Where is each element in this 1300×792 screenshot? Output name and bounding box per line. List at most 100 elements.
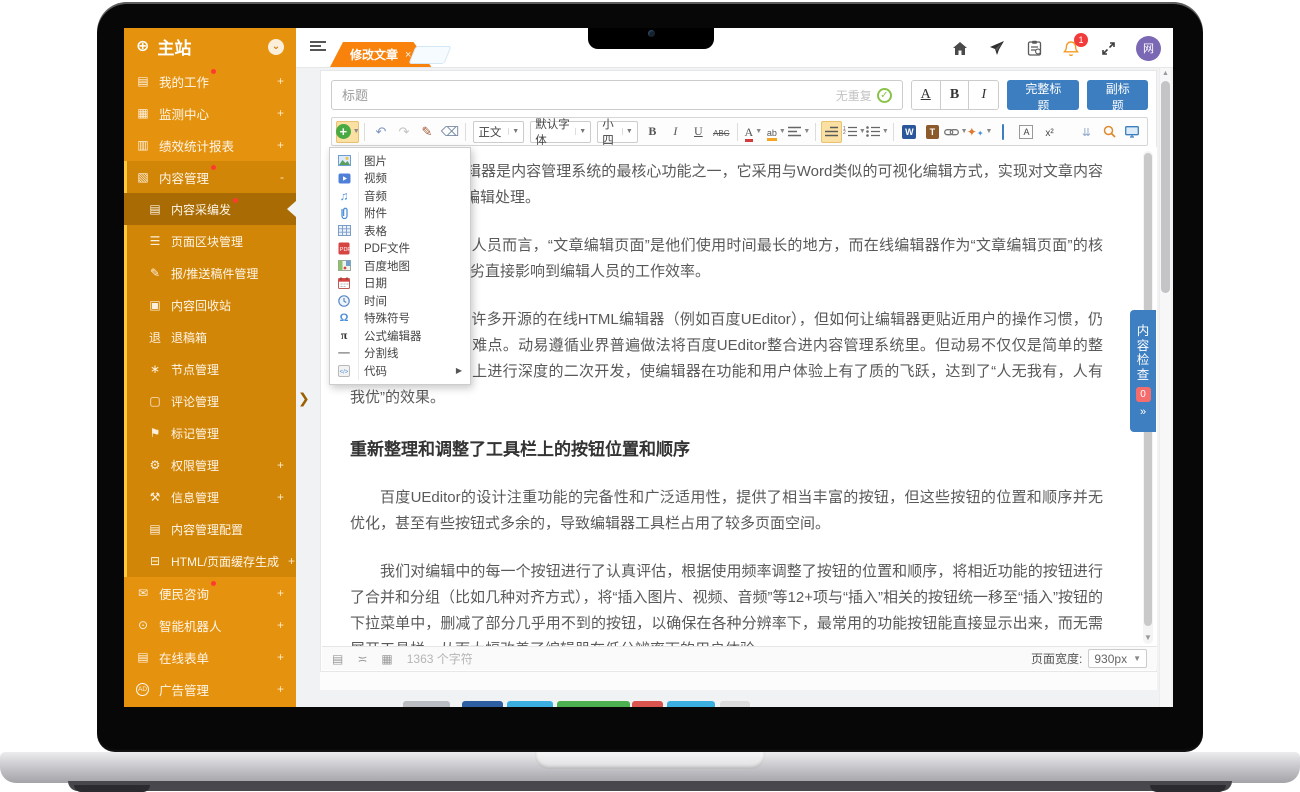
link-button[interactable]: ▼ [945, 121, 966, 143]
insert-menu-item-2[interactable]: ♫音频 [330, 187, 470, 205]
highlight-color-button[interactable]: ab▼ [766, 121, 787, 143]
align-button[interactable]: ▼ [789, 121, 810, 143]
insert-menu-item-6[interactable]: 百度地图 [330, 257, 470, 275]
action-button-4[interactable] [632, 701, 663, 707]
insert-menu-item-0[interactable]: 图片 [330, 152, 470, 170]
full-title-button[interactable]: 完整标题 [1007, 80, 1079, 110]
italic-button[interactable]: I [665, 121, 686, 143]
insert-dropdown-button[interactable]: +▼ [336, 121, 359, 143]
sidebar-item-5[interactable]: ⊙智能机器人+ [124, 609, 296, 641]
scroll-down-arrow-icon[interactable]: ▼ [1143, 633, 1153, 642]
insert-menu-item-12[interactable]: </>代码▶ [330, 362, 470, 380]
menu-toggle-icon[interactable] [310, 41, 326, 53]
insert-menu-item-10[interactable]: π公式编辑器 [330, 327, 470, 345]
sidebar-item-4[interactable]: ✉便民咨询+ [124, 577, 296, 609]
sidebar-subitem-2[interactable]: ✎报/推送稿件管理 [124, 257, 296, 289]
sidebar-item-label: 权限管理 [171, 457, 219, 474]
subtitle-button[interactable]: 副标题 [1087, 80, 1148, 110]
undo-button[interactable]: ↶ [370, 121, 391, 143]
more-tools-icon: ⇊ [1082, 125, 1091, 139]
bell-icon[interactable]: 1 [1062, 39, 1080, 57]
sidebar-item-7[interactable]: AD广告管理+ [124, 673, 296, 705]
title-font-color-button[interactable]: A [912, 81, 941, 109]
announce-icon[interactable] [988, 39, 1006, 57]
action-button-5[interactable] [667, 701, 715, 707]
scroll-up-arrow-icon[interactable]: ▲ [1160, 70, 1171, 77]
char-border-button[interactable]: A [1016, 121, 1037, 143]
insert-menu-item-9[interactable]: Ω特殊符号 [330, 310, 470, 328]
page-scrollbar[interactable]: ▲ [1159, 68, 1171, 707]
redo-button[interactable]: ↷ [393, 121, 414, 143]
sidebar-item-0[interactable]: ▤我的工作+ [124, 65, 296, 97]
home-icon[interactable] [951, 39, 969, 57]
audit-icon[interactable] [1025, 39, 1043, 57]
font-color-button[interactable]: A▼ [743, 121, 764, 143]
title-input[interactable] [332, 81, 902, 109]
font-size-select[interactable]: 小四▼ [597, 121, 638, 143]
action-button-0[interactable] [403, 701, 450, 707]
sidebar-subitem-3[interactable]: ▣内容回收站 [124, 289, 296, 321]
strikethrough-button[interactable]: ABC [711, 121, 732, 143]
more-tools-button[interactable]: ⇊ [1076, 121, 1097, 143]
editor-toolbar: +▼↶↷✎⌫正文▼默认字体▼小四▼BIUABCA▼ab▼▼12▼▼WT▼✦✦▼A… [331, 117, 1148, 146]
chevron-down-icon[interactable]: ⌄ [268, 39, 284, 55]
insert-menu-item-8[interactable]: 时间 [330, 292, 470, 310]
sidebar-subitem-8[interactable]: ⚙权限管理+ [124, 449, 296, 481]
auto-typeset-icon: ✦✦ [967, 125, 984, 139]
insert-menu-item-4[interactable]: 表格 [330, 222, 470, 240]
fullscreen-icon[interactable] [1099, 39, 1117, 57]
insert-menu-item-7[interactable]: 日期 [330, 275, 470, 293]
first-line-indent-button[interactable] [821, 121, 842, 143]
sidebar-subitem-0[interactable]: ▤内容采编发 [124, 193, 296, 225]
bold-button[interactable]: B [642, 121, 663, 143]
sidebar-subitem-9[interactable]: ⚒信息管理+ [124, 481, 296, 513]
grid-view-icon[interactable]: ▦ [381, 652, 392, 666]
action-button-2[interactable] [507, 701, 553, 707]
sidebar-subitem-4[interactable]: 退退稿箱 [124, 321, 296, 353]
sidebar-subitem-5[interactable]: ∗节点管理 [124, 353, 296, 385]
site-switcher[interactable]: ⊕ 主站 ⌄ [124, 28, 296, 65]
image-panel-button[interactable] [993, 121, 1014, 143]
auto-typeset-button[interactable]: ✦✦▼ [968, 121, 991, 143]
action-button-3[interactable] [557, 701, 630, 707]
paste-as-text-button[interactable]: T [922, 121, 943, 143]
action-button-6[interactable] [720, 701, 750, 707]
sidebar-subitem-10[interactable]: ▤内容管理配置 [124, 513, 296, 545]
sidebar-subitem-11[interactable]: ⊟HTML/页面缓存生成+ [124, 545, 296, 577]
sidebar-item-1[interactable]: ▦监测中心+ [124, 97, 296, 129]
underline-button[interactable]: U [688, 121, 709, 143]
paragraph-format-select[interactable]: 正文▼ [473, 121, 524, 143]
title-italic-button[interactable]: I [969, 81, 998, 109]
sidebar-collapse-handle[interactable]: ❯ [298, 390, 310, 407]
action-button-1[interactable] [462, 701, 503, 707]
robot-icon: ⊙ [136, 618, 150, 632]
import-word-button[interactable]: W [899, 121, 920, 143]
sidebar-item-3[interactable]: ▧内容管理- [124, 161, 296, 193]
eraser-button[interactable]: ⌫ [439, 121, 460, 143]
page-scrollbar-thumb[interactable] [1161, 81, 1170, 293]
superscript-button[interactable]: x² [1039, 121, 1060, 143]
preview-screen-button[interactable] [1122, 121, 1143, 143]
insert-menu-item-1[interactable]: 视频 [330, 170, 470, 188]
element-path-icon[interactable]: ▤ [332, 652, 343, 666]
format-brush-button[interactable]: ✎ [416, 121, 437, 143]
sidebar-subitem-1[interactable]: ☰页面区块管理 [124, 225, 296, 257]
sidebar-item-2[interactable]: ▥绩效统计报表+ [124, 129, 296, 161]
font-family-select[interactable]: 默认字体▼ [530, 121, 591, 143]
avatar[interactable]: 网 [1136, 36, 1161, 61]
blocks-icon: ☰ [148, 234, 162, 248]
content-check-tab[interactable]: 内容检查 0 » [1130, 310, 1156, 432]
laptop-base [0, 752, 1300, 783]
ordered-list-button[interactable]: 12▼ [844, 121, 865, 143]
search-replace-button[interactable] [1099, 121, 1120, 143]
insert-menu-item-3[interactable]: 附件 [330, 205, 470, 223]
fixed-width-icon[interactable]: ≍ [357, 652, 367, 666]
insert-menu-item-11[interactable]: —分割线 [330, 345, 470, 363]
sidebar-subitem-7[interactable]: ⚑标记管理 [124, 417, 296, 449]
sidebar-subitem-6[interactable]: ▢评论管理 [124, 385, 296, 417]
unordered-list-button[interactable]: ▼ [867, 121, 888, 143]
page-width-select[interactable]: 930px ▼ [1088, 649, 1147, 668]
sidebar-item-6[interactable]: ▤在线表单+ [124, 641, 296, 673]
insert-menu-item-5[interactable]: PDFPDF文件 [330, 240, 470, 258]
title-bold-button[interactable]: B [941, 81, 970, 109]
